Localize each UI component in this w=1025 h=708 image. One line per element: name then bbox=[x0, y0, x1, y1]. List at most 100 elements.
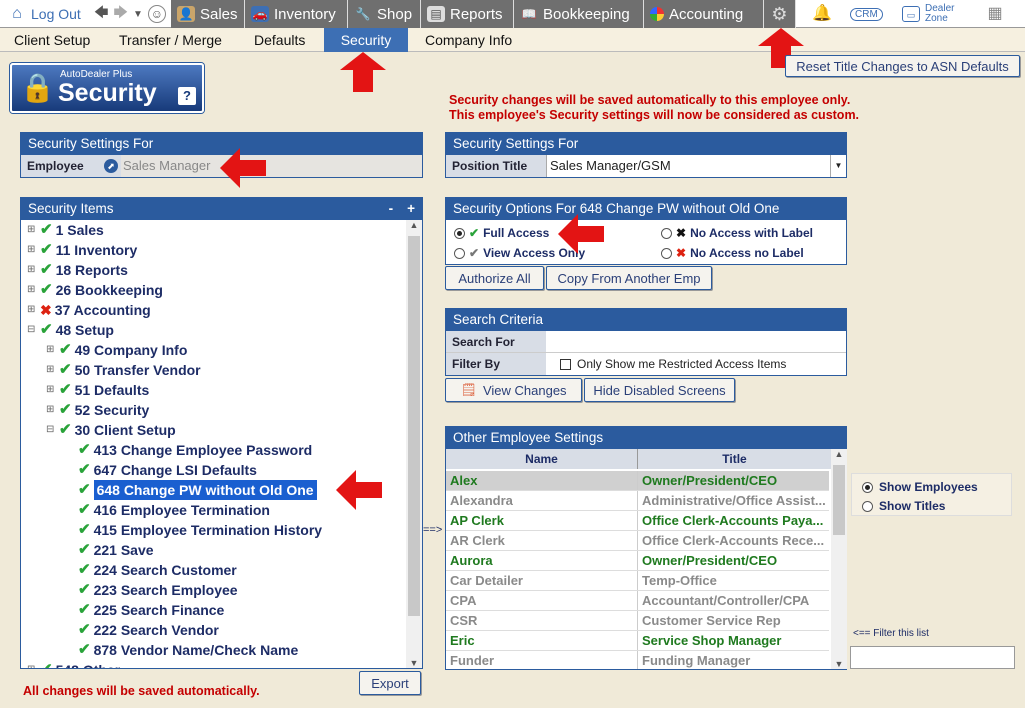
scroll-up-icon[interactable]: ▲ bbox=[406, 220, 422, 230]
expand-icon[interactable]: ⊞ bbox=[46, 360, 56, 380]
tab-transfer-merge[interactable]: Transfer / Merge bbox=[109, 28, 232, 52]
collapse-icon[interactable]: ⊟ bbox=[46, 420, 56, 440]
radio-icon[interactable] bbox=[862, 500, 873, 512]
tree-item[interactable]: ✔ 416 Employee Termination bbox=[65, 500, 270, 520]
tree-item[interactable]: ⊞ ✔ 50 Transfer Vendor bbox=[46, 360, 201, 380]
expand-icon[interactable]: ⊞ bbox=[46, 400, 56, 420]
expand-icon[interactable]: ⊞ bbox=[27, 280, 37, 300]
expand-icon[interactable]: ⊞ bbox=[46, 380, 56, 400]
table-row[interactable]: AR Clerk Office Clerk-Accounts Rece... bbox=[446, 531, 829, 551]
tree-item[interactable]: ⊞ ✔ 52 Security bbox=[46, 400, 149, 420]
tree-item[interactable]: ✔ 225 Search Finance bbox=[65, 600, 224, 620]
restricted-only-checkbox[interactable]: Only Show me Restricted Access Items bbox=[546, 353, 846, 375]
chevron-down-icon[interactable]: ▼ bbox=[830, 155, 846, 177]
view-changes-button[interactable]: 🗒 View Changes bbox=[445, 378, 582, 402]
search-input[interactable] bbox=[546, 331, 846, 352]
table-row[interactable]: AP Clerk Office Clerk-Accounts Paya... bbox=[446, 511, 829, 531]
expand-icon[interactable]: ⊞ bbox=[27, 240, 37, 260]
scroll-down-icon[interactable]: ▼ bbox=[406, 658, 422, 668]
table-row[interactable]: Alex Owner/President/CEO bbox=[446, 471, 829, 491]
crm-button[interactable]: CRM bbox=[844, 0, 889, 28]
scroll-thumb[interactable] bbox=[408, 236, 420, 616]
no-access-no-label-option[interactable]: ✖ No Access no Label bbox=[661, 246, 804, 260]
notifications-button[interactable]: 🔔 bbox=[806, 0, 836, 28]
checkbox-icon[interactable] bbox=[560, 358, 571, 370]
chevron-down-icon[interactable]: ▼ bbox=[133, 9, 143, 20]
position-title-select[interactable]: Sales Manager/GSM bbox=[546, 155, 830, 177]
expand-icon[interactable]: ⊞ bbox=[46, 340, 56, 360]
tree-item[interactable]: ⊞ ✔ 11 Inventory bbox=[27, 240, 137, 260]
table-row[interactable]: Alexandra Administrative/Office Assist... bbox=[446, 491, 829, 511]
tree-item[interactable]: ✔ 224 Search Customer bbox=[65, 560, 237, 580]
expand-icon[interactable]: ⊞ bbox=[27, 260, 37, 280]
dealer-zone-button[interactable]: ▭ Dealer Zone bbox=[896, 0, 971, 28]
tree-item[interactable]: ⊟ ✔ 48 Setup bbox=[27, 320, 114, 340]
tree-item[interactable]: ⊞ ✔ 1 Sales bbox=[27, 220, 104, 240]
table-row[interactable]: Car Detailer Temp-Office bbox=[446, 571, 829, 591]
employee-lookup-icon[interactable]: ⬈ bbox=[104, 159, 118, 173]
tree-item[interactable]: ⊞ ✖ 37 Accounting bbox=[27, 300, 151, 320]
export-button[interactable]: Export bbox=[359, 671, 421, 695]
help-icon[interactable]: ? bbox=[178, 87, 196, 105]
logout-link[interactable]: ⌂ Log Out bbox=[2, 0, 87, 28]
settings-button[interactable]: ⚙ bbox=[764, 0, 796, 28]
authorize-all-button[interactable]: Authorize All bbox=[445, 266, 544, 290]
tree-item[interactable]: ✔ 415 Employee Termination History bbox=[65, 520, 322, 540]
nav-bookkeeping[interactable]: 📖 Bookkeeping bbox=[514, 0, 644, 28]
expand-icon[interactable]: ⊞ bbox=[27, 660, 37, 668]
expand-icon[interactable]: ⊞ bbox=[27, 220, 37, 240]
user-icon[interactable]: ☺ bbox=[147, 5, 166, 23]
tree-item[interactable]: ⊞ ✔ 51 Defaults bbox=[46, 380, 149, 400]
tree-item[interactable]: ✔ 413 Change Employee Password bbox=[65, 440, 312, 460]
tree-scrollbar[interactable]: ▲ ▼ bbox=[406, 220, 422, 668]
radio-icon[interactable] bbox=[661, 247, 672, 259]
nav-inventory[interactable]: 🚗 Inventory bbox=[245, 0, 348, 28]
tree-item[interactable]: ⊞ ✔ 26 Bookkeeping bbox=[27, 280, 163, 300]
history-nav[interactable]: 🡄 🡆 ▼ ☺ bbox=[88, 0, 172, 28]
filter-list-input[interactable] bbox=[850, 646, 1015, 669]
scroll-down-icon[interactable]: ▼ bbox=[831, 659, 847, 669]
expand-all-button[interactable]: + bbox=[407, 201, 415, 216]
tab-security[interactable]: Security bbox=[324, 28, 408, 52]
tree-item[interactable]: ⊞✔548 Other bbox=[27, 660, 120, 668]
nav-accounting[interactable]: Accounting bbox=[644, 0, 764, 28]
employee-field[interactable]: Sales Manager bbox=[121, 155, 422, 177]
table-row[interactable]: Eric Service Shop Manager bbox=[446, 631, 829, 651]
radio-selected-icon[interactable] bbox=[454, 227, 465, 239]
hide-disabled-screens-button[interactable]: Hide Disabled Screens bbox=[584, 378, 735, 402]
nav-shop[interactable]: 🔧 Shop bbox=[348, 0, 421, 28]
collapse-all-button[interactable]: - bbox=[389, 201, 394, 216]
table-row[interactable]: CPA Accountant/Controller/CPA bbox=[446, 591, 829, 611]
show-titles-option[interactable]: Show Titles bbox=[862, 499, 945, 513]
tree-item[interactable]: ⊞ ✔ 18 Reports bbox=[27, 260, 128, 280]
copy-from-employee-button[interactable]: Copy From Another Emp bbox=[546, 266, 712, 290]
nav-reports[interactable]: ▤ Reports bbox=[421, 0, 514, 28]
tab-company-info[interactable]: Company Info bbox=[415, 28, 522, 52]
scroll-thumb[interactable] bbox=[833, 465, 845, 535]
expand-icon[interactable]: ⊞ bbox=[27, 300, 37, 320]
tree-item[interactable]: ✔ 878 Vendor Name/Check Name bbox=[65, 640, 298, 660]
table-row[interactable]: Aurora Owner/President/CEO bbox=[446, 551, 829, 571]
tab-defaults[interactable]: Defaults bbox=[244, 28, 315, 52]
table-row[interactable]: CSR Customer Service Rep bbox=[446, 611, 829, 631]
no-access-label-option[interactable]: ✖ No Access with Label bbox=[661, 226, 813, 240]
table-scrollbar[interactable]: ▲ ▼ bbox=[831, 449, 847, 669]
reset-title-changes-button[interactable]: Reset Title Changes to ASN Defaults bbox=[785, 55, 1020, 77]
tab-client-setup[interactable]: Client Setup bbox=[4, 28, 100, 52]
nav-sales[interactable]: 👤 Sales bbox=[171, 0, 245, 28]
tree-item[interactable]: ⊞ ✔ 49 Company Info bbox=[46, 340, 187, 360]
tree-item[interactable]: ⊟ ✔ 30 Client Setup bbox=[46, 420, 176, 440]
radio-icon[interactable] bbox=[661, 227, 672, 239]
tree-item[interactable]: ✔ 223 Search Employee bbox=[65, 580, 238, 600]
tree-item[interactable]: ✔ 647 Change LSI Defaults bbox=[65, 460, 257, 480]
calculator-button[interactable]: ▦ bbox=[980, 0, 1010, 28]
tree-item[interactable]: ✔ 222 Search Vendor bbox=[65, 620, 219, 640]
radio-icon[interactable] bbox=[454, 247, 465, 259]
tree-item[interactable]: ✔ 221 Save bbox=[65, 540, 154, 560]
tree-item[interactable]: ✔ 648 Change PW without Old One bbox=[65, 480, 317, 500]
scroll-up-icon[interactable]: ▲ bbox=[831, 449, 847, 459]
full-access-option[interactable]: ✔ Full Access bbox=[454, 226, 549, 240]
collapse-icon[interactable]: ⊟ bbox=[27, 320, 37, 340]
back-icon[interactable]: 🡄 bbox=[94, 2, 108, 26]
forward-icon[interactable]: 🡆 bbox=[113, 2, 127, 26]
